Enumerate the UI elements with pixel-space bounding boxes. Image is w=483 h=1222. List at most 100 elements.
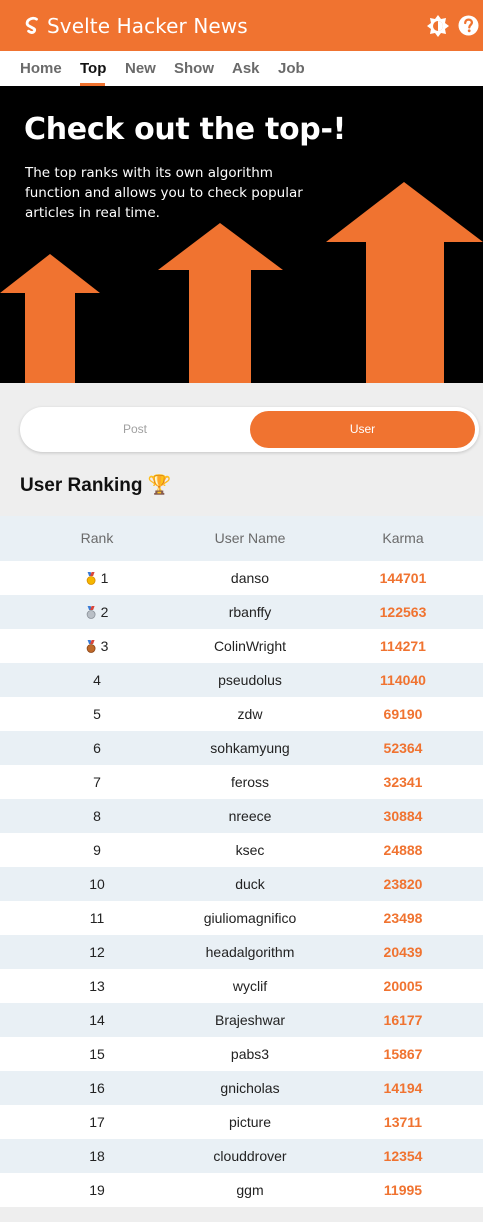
table-row[interactable]: 7 feross 32341: [0, 765, 483, 799]
banner-title: Check out the top-!: [24, 112, 347, 147]
rank-cell: 18: [89, 1148, 105, 1164]
user-name-cell[interactable]: picture: [229, 1114, 271, 1130]
app-title[interactable]: Svelte Hacker News: [47, 14, 248, 38]
rank-number: 7: [93, 774, 101, 790]
table-row[interactable]: 14 Brajeshwar 16177: [0, 1003, 483, 1037]
rank-cell: 13: [89, 978, 105, 994]
column-header-karma: Karma: [382, 530, 424, 546]
user-name-cell[interactable]: ggm: [236, 1182, 263, 1198]
post-toggle-option[interactable]: Post: [20, 407, 250, 452]
brightness-icon[interactable]: [427, 15, 449, 37]
table-row[interactable]: 3 ColinWright 114271: [0, 629, 483, 663]
rank-number: 9: [93, 842, 101, 858]
nav-tabs: Home Top New Show Ask Job: [0, 51, 483, 86]
karma-cell: 144701: [379, 570, 427, 586]
rank-cell: 16: [89, 1080, 105, 1096]
rank-number: 2: [100, 604, 109, 620]
rank-cell: 14: [89, 1012, 105, 1028]
rank-cell: 2: [86, 604, 109, 620]
table-row[interactable]: 9 ksec 24888: [0, 833, 483, 867]
table-header: Rank User Name Karma: [0, 516, 483, 561]
user-name-cell[interactable]: pseudolus: [218, 672, 282, 688]
rank-number: 12: [89, 944, 105, 960]
top-banner: Check out the top-! The top ranks with i…: [0, 86, 483, 383]
karma-cell: 23498: [383, 910, 423, 926]
rank-cell: 1: [86, 570, 108, 586]
table-row[interactable]: 1 danso 144701: [0, 561, 483, 595]
table-row[interactable]: 10 duck 23820: [0, 867, 483, 901]
rank-cell: 7: [93, 774, 101, 790]
tab-top[interactable]: Top: [80, 60, 106, 77]
banner-description: The top ranks with its own algorithm fun…: [25, 165, 303, 221]
gold-medal-icon: [86, 572, 96, 585]
karma-cell: 32341: [383, 774, 423, 790]
rank-number: 6: [93, 740, 101, 756]
karma-cell: 23820: [383, 876, 423, 892]
user-name-cell[interactable]: sohkamyung: [210, 740, 289, 756]
rank-number: 5: [93, 706, 101, 722]
user-name-cell[interactable]: gnicholas: [220, 1080, 279, 1096]
table-row[interactable]: 12 headalgorithm 20439: [0, 935, 483, 969]
karma-cell: 20005: [383, 978, 423, 994]
table-row[interactable]: 16 gnicholas 14194: [0, 1071, 483, 1105]
table-row[interactable]: 8 nreece 30884: [0, 799, 483, 833]
post-user-toggle: Post User: [20, 407, 479, 452]
tab-ask[interactable]: Ask: [232, 60, 260, 77]
karma-cell: 16177: [383, 1012, 423, 1028]
rank-number: 17: [89, 1114, 105, 1130]
rank-cell: 9: [93, 842, 101, 858]
user-toggle-option[interactable]: User: [250, 411, 475, 448]
rank-cell: 4: [93, 672, 101, 688]
user-name-cell[interactable]: ColinWright: [214, 638, 286, 654]
user-name-cell[interactable]: headalgorithm: [206, 944, 295, 960]
table-row[interactable]: 6 sohkamyung 52364: [0, 731, 483, 765]
table-row[interactable]: 15 pabs3 15867: [0, 1037, 483, 1071]
help-icon[interactable]: [458, 15, 479, 36]
bronze-medal-icon: [86, 640, 96, 653]
user-name-cell[interactable]: ksec: [236, 842, 265, 858]
rank-number: 19: [89, 1182, 105, 1198]
karma-cell: 52364: [383, 740, 423, 756]
user-name-cell[interactable]: rbanffy: [229, 604, 272, 620]
rank-number: 14: [89, 1012, 105, 1028]
table-row[interactable]: 11 giuliomagnifico 23498: [0, 901, 483, 935]
user-name-cell[interactable]: pabs3: [231, 1046, 269, 1062]
table-row[interactable]: 13 wyclif 20005: [0, 969, 483, 1003]
karma-cell: 11995: [383, 1182, 423, 1198]
user-name-cell[interactable]: danso: [231, 570, 269, 586]
karma-cell: 15867: [383, 1046, 423, 1062]
rank-number: 10: [89, 876, 105, 892]
user-name-cell[interactable]: nreece: [229, 808, 272, 824]
rank-number: 15: [89, 1046, 105, 1062]
section-title: User Ranking 🏆: [20, 475, 172, 496]
user-name-cell[interactable]: feross: [231, 774, 269, 790]
tab-job[interactable]: Job: [278, 60, 305, 77]
user-name-cell[interactable]: giuliomagnifico: [204, 910, 297, 926]
user-name-cell[interactable]: zdw: [238, 706, 263, 722]
table-row[interactable]: 19 ggm 11995: [0, 1173, 483, 1207]
karma-cell: 114040: [380, 672, 426, 688]
rank-number: 4: [93, 672, 101, 688]
table-row[interactable]: 4 pseudolus 114040: [0, 663, 483, 697]
table-row[interactable]: 5 zdw 69190: [0, 697, 483, 731]
svelte-logo-icon[interactable]: [24, 16, 41, 37]
user-name-cell[interactable]: Brajeshwar: [215, 1012, 285, 1028]
table-row[interactable]: 2 rbanffy 122563: [0, 595, 483, 629]
table-row[interactable]: 17 picture 13711: [0, 1105, 483, 1139]
tab-home[interactable]: Home: [20, 60, 62, 77]
tab-new[interactable]: New: [125, 60, 156, 77]
column-header-rank: Rank: [80, 530, 114, 546]
tab-show[interactable]: Show: [174, 60, 214, 77]
rank-cell: 19: [89, 1182, 105, 1198]
rank-number: 18: [89, 1148, 105, 1164]
table-row[interactable]: 18 clouddrover 12354: [0, 1139, 483, 1173]
karma-cell: 122563: [379, 604, 427, 620]
user-name-cell[interactable]: duck: [235, 876, 265, 892]
karma-cell: 14194: [383, 1080, 423, 1096]
karma-cell: 12354: [383, 1148, 423, 1164]
silver-medal-icon: [86, 606, 96, 619]
rank-cell: 15: [89, 1046, 105, 1062]
user-name-cell[interactable]: clouddrover: [213, 1148, 286, 1164]
user-name-cell[interactable]: wyclif: [233, 978, 267, 994]
rank-number: 11: [89, 910, 105, 926]
